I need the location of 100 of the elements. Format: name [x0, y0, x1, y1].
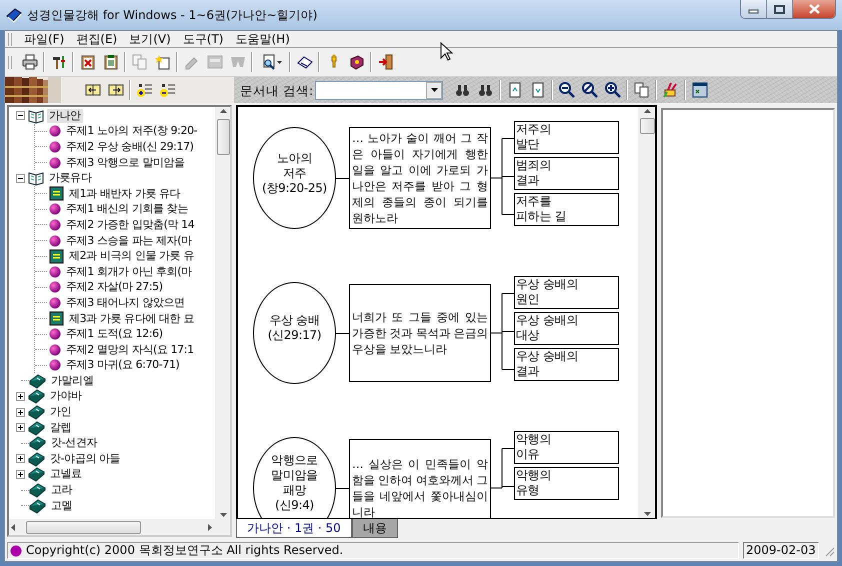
ball-icon	[49, 125, 61, 138]
expand-toggle[interactable]	[16, 392, 25, 401]
ball-icon	[49, 328, 61, 340]
verse-text: … 노아가 술이 깨어 그 작은 아들이 자기에게 행한 일을 알고 이에 가로되 가나안은 저주를 받아 그 형제의 종들의 종이 되기를 원하노라	[352, 130, 488, 226]
scrollbar[interactable]	[638, 107, 655, 518]
expand-toggle[interactable]	[16, 470, 25, 479]
menu-item[interactable]: 도구(T)	[176, 32, 230, 46]
find-next-icon	[454, 82, 471, 98]
search-combobox[interactable]	[315, 80, 444, 100]
collapse-toggle[interactable]	[16, 111, 25, 120]
minimize-button[interactable]	[741, 0, 767, 18]
tree-item[interactable]: 가인	[48, 405, 74, 420]
collapse-all-icon	[160, 82, 176, 98]
maximize-button[interactable]	[767, 0, 793, 18]
ball-icon	[49, 344, 61, 356]
plus-icon	[18, 425, 23, 430]
expand-toggle[interactable]	[16, 408, 25, 417]
tree-item[interactable]: 제1과 배반자 가룟 유다	[67, 186, 182, 201]
tree-item[interactable]: 고라	[49, 483, 74, 498]
scrollbar-thumb[interactable]	[640, 118, 654, 134]
tree-item[interactable]: 주제3 악행으로 말미암을	[64, 156, 187, 170]
verse-text: … 실상은 이 민족들이 악함을 인하여 여호와께서 그들을 네앞에서 쫓아내심이니라	[352, 456, 488, 518]
closed-book-icon	[29, 435, 46, 452]
window-icon	[692, 82, 708, 98]
minus-icon	[18, 113, 23, 118]
plus-icon	[18, 394, 23, 399]
close-icon	[808, 4, 820, 14]
point-box: 우상 숭배의 원인	[514, 276, 619, 309]
tree-item[interactable]: 갓-야곱의 아들	[48, 452, 122, 466]
ball-icon	[49, 281, 61, 294]
tree-item[interactable]: 제3과 가룟 유다에 대한 묘	[67, 312, 196, 326]
panel-icon	[206, 54, 222, 70]
expand-toggle[interactable]	[16, 454, 25, 464]
tree-item[interactable]: 주제2 자살(마 27:5)	[64, 280, 165, 294]
tree-item[interactable]: 고넬료	[48, 467, 84, 482]
tree-item[interactable]: 갓-선견자	[49, 436, 99, 450]
page-up-icon	[506, 82, 523, 98]
ball-icon	[49, 203, 61, 216]
exit-icon	[378, 54, 394, 70]
window-title: 성경인물강해 for Windows - 1~6권(가나안~힐기야)	[27, 8, 318, 22]
tree-item[interactable]: 고멜	[49, 498, 74, 513]
search-document-icon	[260, 54, 276, 70]
clipboard-icon	[80, 54, 96, 70]
print-icon	[22, 54, 38, 70]
closed-book-icon	[28, 420, 45, 436]
menu-item[interactable]: 편집(E)	[70, 32, 124, 46]
ball-icon	[49, 156, 61, 169]
zoom-reset-icon	[582, 82, 598, 98]
collapse-toggle[interactable]	[16, 174, 25, 183]
copy-icon	[132, 54, 148, 70]
scroll-left-icon[interactable]	[9, 523, 18, 531]
open-book-icon	[28, 170, 44, 186]
tree-item[interactable]: 주제3 스승을 파는 제자(마	[64, 234, 194, 248]
tree-item[interactable]: 주제1 도적(요 12:6)	[64, 327, 165, 342]
tab[interactable]: 가나안 · 1권 · 50	[236, 519, 352, 538]
topic-title: 노아의 저주	[276, 150, 312, 180]
ball-icon	[49, 234, 61, 247]
tree-item[interactable]: 가야바	[48, 389, 84, 404]
close-button[interactable]	[793, 0, 835, 18]
scrollbar-thumb[interactable]	[26, 520, 141, 534]
tab[interactable]: 내용	[352, 519, 398, 538]
tree-item[interactable]: 주제1 배신의 기회를 찾는	[64, 202, 190, 216]
topic-title: 우상 숭배	[269, 313, 320, 328]
point-box: 악행의 이유	[514, 431, 619, 464]
scrollbar[interactable]	[9, 519, 230, 535]
ball-icon	[49, 359, 61, 372]
scroll-up-icon[interactable]	[642, 107, 652, 115]
open-book-icon	[28, 108, 44, 124]
search-label: 문서내 검색:	[240, 82, 314, 98]
tree-item[interactable]: 주제2 가증한 입맞춤(막 14	[64, 218, 196, 232]
resize-grip-icon	[823, 544, 835, 556]
zoom-in-icon	[604, 82, 621, 98]
maximize-icon	[774, 4, 785, 14]
scripture-reference: (창9:20-25)	[262, 180, 327, 196]
tree-item[interactable]: 주제2 멸망의 자식(요 17:1	[64, 342, 196, 357]
tree-item[interactable]: 주제1 노아의 저주(창 9:20-	[64, 124, 200, 138]
menu-item[interactable]: 파일(F)	[18, 32, 70, 46]
scrollbar[interactable]	[215, 107, 230, 519]
tree-item[interactable]: 가말리엘	[49, 374, 96, 388]
caret-icon	[430, 88, 438, 92]
ball-icon	[49, 266, 61, 278]
menu-item[interactable]: 보기(V)	[123, 32, 177, 46]
ball-icon	[49, 140, 61, 153]
tree-item[interactable]: 주제3 마귀(요 6:70-71)	[64, 358, 182, 372]
scrollbar-thumb[interactable]	[216, 119, 230, 155]
tree-item[interactable]: 갈렙	[48, 420, 74, 435]
topic-title: 악행으로 말미암을 패망	[271, 453, 318, 498]
tree-item[interactable]: 가룟유다	[47, 171, 94, 186]
tree-item[interactable]: 제2과 비극의 인물 가룟 유	[67, 249, 196, 264]
clipboard-icon	[102, 54, 118, 70]
menu-item[interactable]: 도움말(H)	[230, 32, 296, 46]
verse-text: 너희가 또 그들 중에 있는 가증한 것과 목석과 은금의 우상을 보았느니라	[352, 309, 488, 357]
tree-item[interactable]: 주제1 회개가 아닌 후회(마	[64, 264, 194, 279]
closed-book-icon	[28, 466, 45, 482]
new-document-icon	[154, 54, 170, 70]
tree-item[interactable]: 가나안	[47, 108, 83, 123]
tree-item[interactable]: 주제3 태어나지 않았으면	[64, 296, 187, 310]
tree-item[interactable]: 주제2 우상 숭배(신 29:17)	[64, 140, 196, 154]
expand-toggle[interactable]	[16, 423, 25, 432]
scroll-up-icon[interactable]	[218, 107, 228, 115]
